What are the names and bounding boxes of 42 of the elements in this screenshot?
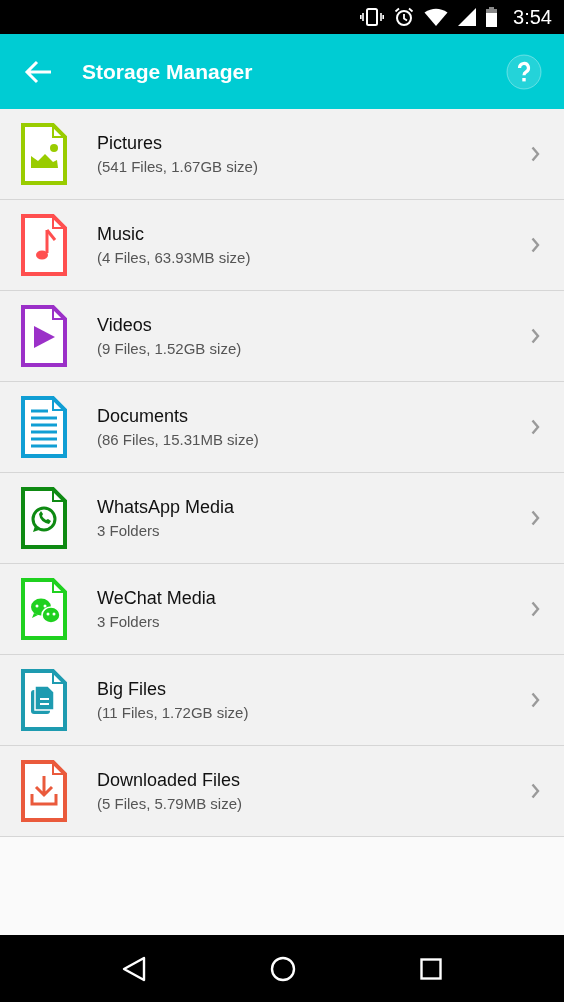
category-name: Music: [97, 224, 145, 245]
category-name: Downloaded Files: [97, 770, 242, 791]
category-name: WeChat Media: [97, 588, 217, 609]
category-detail: (9 Files, 1.52GB size): [97, 340, 243, 357]
overview-icon[interactable]: [420, 957, 442, 980]
category-name: Pictures: [97, 133, 164, 154]
category-detail: (86 Files, 15.31MB size): [97, 431, 260, 448]
category-name: Videos: [97, 315, 153, 336]
category-detail: 3 Folders: [97, 522, 161, 539]
category-row[interactable]: WhatsApp Media 3 Folders: [0, 473, 564, 564]
category-row[interactable]: Documents (86 Files, 15.31MB size): [0, 382, 564, 473]
vibrate-icon: [360, 8, 385, 26]
category-row[interactable]: Music (4 Files, 63.93MB size): [0, 200, 564, 291]
home-icon[interactable]: [270, 955, 296, 982]
chevron-icon: [531, 328, 540, 344]
chevron-icon: [531, 783, 540, 799]
chevron-icon: [531, 146, 540, 162]
clock-time: 3:54: [513, 5, 552, 29]
chevron-icon: [531, 510, 540, 526]
chevron-icon: [531, 601, 540, 617]
category-detail: (11 Files, 1.72GB size): [97, 704, 250, 721]
wifi-icon: [424, 8, 449, 26]
back-icon[interactable]: [122, 955, 146, 982]
category-row[interactable]: WeChat Media 3 Folders: [0, 564, 564, 655]
category-detail: (4 Files, 63.93MB size): [97, 249, 252, 266]
category-name: Big Files: [97, 679, 168, 700]
chevron-icon: [531, 237, 540, 253]
category-name: Documents: [97, 406, 190, 427]
category-row[interactable]: Big Files (11 Files, 1.72GB size): [0, 655, 564, 746]
signal-icon: [458, 8, 477, 26]
category-name: WhatsApp Media: [97, 497, 236, 518]
chevron-icon: [531, 419, 540, 435]
category-detail: 3 Folders: [97, 613, 161, 630]
category-row[interactable]: Downloaded Files (5 Files, 5.79MB size): [0, 746, 564, 837]
chevron-icon: [531, 692, 540, 708]
screen-title: Storage Manager: [82, 59, 253, 84]
battery-icon: [486, 7, 498, 27]
category-row[interactable]: Pictures (541 Files, 1.67GB size): [0, 109, 564, 200]
alarm-icon: [394, 7, 415, 27]
category-row[interactable]: Videos (9 Files, 1.52GB size): [0, 291, 564, 382]
category-detail: (5 Files, 5.79MB size): [97, 795, 244, 812]
category-detail: (541 Files, 1.67GB size): [97, 158, 259, 175]
